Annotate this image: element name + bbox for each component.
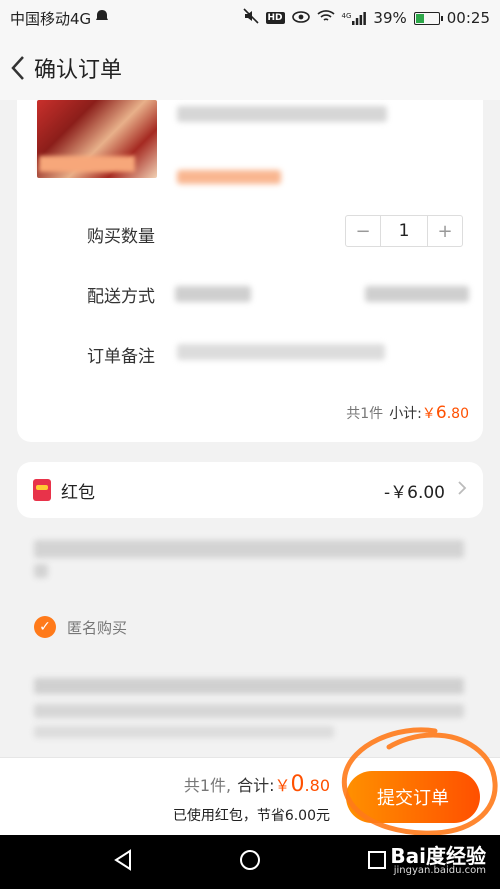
total-amount: ￥0.80: [274, 772, 330, 797]
wifi-icon: [316, 9, 335, 27]
clock: 00:25: [446, 9, 490, 27]
item-count: 共1件: [346, 406, 384, 422]
order-card: 购买数量 − 1 + 配送方式 订单备注 共1件 小计: ￥6.80: [17, 100, 483, 442]
note-label: 订单备注: [87, 347, 155, 367]
notice-text-blurred: [34, 540, 464, 558]
battery-icon: [413, 11, 443, 25]
page-title: 确认订单: [34, 58, 123, 83]
carrier-text: 中国移动4G: [10, 9, 92, 28]
savings-text: 已使用红包，节省6.00元: [172, 808, 330, 824]
status-bar: 中国移动4G HD 4G 39% 00:25: [0, 0, 500, 36]
delivery-label: 配送方式: [87, 287, 155, 307]
redpacket-icon: [33, 479, 51, 501]
nav-recents-icon[interactable]: [366, 849, 388, 875]
nav-back-icon[interactable]: [112, 849, 134, 875]
signal-icon: 4G: [342, 11, 367, 25]
hd-icon: HD: [265, 12, 285, 24]
product-title-blurred: [177, 106, 387, 122]
eye-icon: [291, 9, 310, 27]
total-line: 共1件, 合计: ￥0.80: [184, 772, 330, 797]
back-arrow-icon[interactable]: [4, 48, 32, 88]
agreement-text-blurred: [34, 678, 464, 694]
subtotal-amount: ￥6.80: [421, 403, 469, 423]
agreement-text-blurred-2: [34, 704, 464, 718]
quantity-label: 购买数量: [87, 227, 155, 247]
note-input-blurred[interactable]: [177, 344, 385, 360]
increment-button[interactable]: +: [428, 216, 462, 246]
anonymous-label: 匿名购买: [67, 618, 128, 637]
total-label: 合计:: [237, 776, 275, 795]
submit-order-button[interactable]: 提交订单: [346, 771, 480, 823]
decrement-button[interactable]: −: [346, 216, 380, 246]
total-count: 共1件,: [183, 776, 232, 795]
mute-icon: [242, 8, 259, 28]
chevron-right-icon: [457, 480, 467, 501]
redpacket-row[interactable]: 红包 -￥6.00: [17, 462, 483, 518]
quantity-stepper: − 1 +: [345, 215, 463, 247]
checkout-bar: 共1件, 合计: ￥0.80 已使用红包，节省6.00元 提交订单: [0, 757, 500, 835]
subtotal-line: 共1件 小计: ￥6.80: [346, 403, 469, 423]
product-tag-blurred: [39, 156, 135, 172]
agreement-text-blurred-3: [34, 726, 334, 738]
redpacket-label: 红包: [61, 482, 95, 503]
battery-percent: 39%: [373, 9, 407, 27]
notice-text-blurred-2: [34, 564, 48, 578]
delivery-value-blurred[interactable]: [175, 286, 251, 302]
product-price-blurred: [177, 170, 281, 184]
quantity-value[interactable]: 1: [380, 216, 428, 246]
anonymous-option[interactable]: ✓ 匿名购买: [34, 616, 127, 638]
subtotal-label: 小计:: [389, 406, 422, 422]
nav-home-icon[interactable]: [239, 849, 261, 875]
notification-icon: [95, 9, 109, 27]
nav-bar: 确认订单: [0, 36, 500, 100]
watermark-logo: Bai度经验 jingyan.baidu.com: [390, 844, 486, 876]
checkmark-icon: ✓: [34, 616, 56, 638]
delivery-price-blurred: [365, 286, 469, 302]
redpacket-value: -￥6.00: [384, 482, 445, 503]
